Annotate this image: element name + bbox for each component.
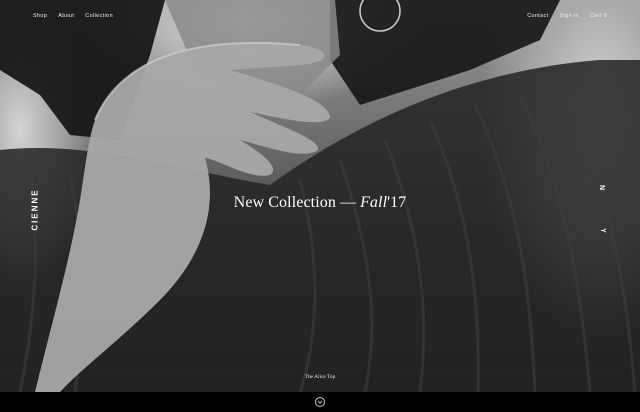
side-mark-letter-y: Y (598, 228, 606, 233)
scroll-down-button[interactable] (315, 397, 325, 407)
nav-link-about[interactable]: About (58, 13, 74, 19)
headline-season: Fall (360, 194, 388, 211)
primary-nav: Shop About Collection (33, 13, 113, 19)
hero-headline[interactable]: New Collection — Fall'17 (0, 194, 640, 212)
account-nav: Contact Sign in Cart 0 (527, 13, 607, 19)
nav-link-contact[interactable]: Contact (527, 13, 548, 19)
nav-link-collection[interactable]: Collection (85, 13, 113, 19)
nav-link-shop[interactable]: Shop (33, 13, 47, 19)
product-caption[interactable]: The Alice Top (0, 374, 640, 380)
headline-separator: — (339, 194, 357, 211)
headline-year: '17 (387, 194, 407, 211)
nav-link-sign-in[interactable]: Sign in (560, 13, 579, 19)
headline-text: New Collection (233, 194, 336, 211)
nav-link-cart[interactable]: Cart 0 (590, 13, 607, 19)
side-mark-letter-n: N (598, 184, 606, 191)
chevron-down-icon (317, 400, 323, 404)
